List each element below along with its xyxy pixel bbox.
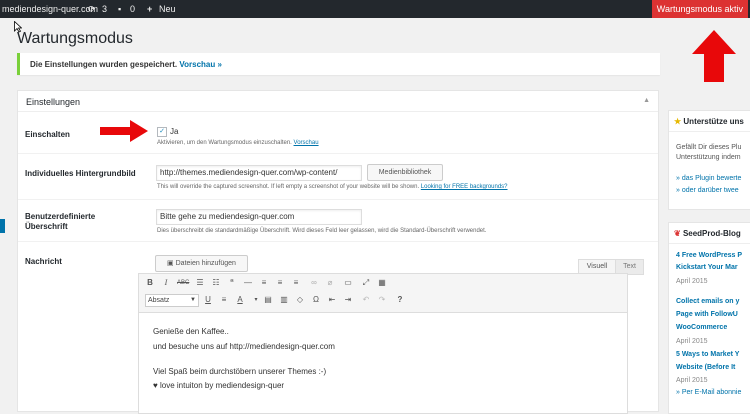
enable-checkbox[interactable]: ✓: [157, 127, 167, 137]
rate-plugin-link[interactable]: » das Plugin bewerte: [676, 175, 741, 182]
blog-post-link[interactable]: 5 Ways to Market Y: [676, 351, 739, 358]
page-title: Wartungsmodus: [17, 30, 133, 47]
outdent-button[interactable]: ⇤: [327, 295, 337, 305]
format-select[interactable]: Absatz ▼: [145, 294, 199, 307]
collapse-menu-tab[interactable]: [0, 219, 5, 233]
blog-post-link[interactable]: Kickstart Your Mar: [676, 264, 738, 271]
blog-post-date: April 2015: [676, 338, 708, 345]
text-color-dropdown[interactable]: ▾: [251, 295, 261, 305]
undo-button[interactable]: ↶: [361, 295, 371, 305]
fullscreen-button[interactable]: ⤢: [361, 278, 371, 288]
comments-count[interactable]: 0: [130, 4, 135, 14]
updates-icon[interactable]: ⟳: [88, 4, 96, 14]
comments-icon[interactable]: ▪: [118, 4, 121, 14]
add-media-button[interactable]: ▣ Dateien hinzufügen: [155, 255, 248, 272]
updates-count[interactable]: 3: [102, 4, 107, 14]
settings-box-header[interactable]: Einstellungen ▲: [18, 91, 658, 112]
blockquote-button[interactable]: “: [227, 278, 237, 288]
media-library-button[interactable]: Medienbibliothek: [367, 164, 443, 181]
preview-link[interactable]: Vorschau »: [179, 60, 222, 69]
red-arrow-up-icon: [692, 30, 736, 82]
site-name-link[interactable]: mediendesign-quer.com: [2, 4, 98, 14]
editor-line: und besuche uns auf http://mediendesign-…: [153, 342, 335, 351]
support-text: Gefällt Dir dieses Plu: [676, 144, 742, 151]
text-color-button[interactable]: A: [235, 295, 245, 305]
divider: [18, 241, 658, 242]
editor-line: ♥ love intuiton by mediendesign-quer: [153, 381, 285, 390]
message-label: Nachricht: [25, 257, 62, 266]
plus-icon[interactable]: +: [147, 4, 152, 14]
blog-post-link[interactable]: Page with FollowU: [676, 311, 738, 318]
bold-button[interactable]: B: [145, 278, 155, 288]
seedprod-icon: ❦: [674, 229, 681, 238]
headline-label: Benutzerdefinierte Überschrift: [25, 212, 96, 231]
support-box-header: ★ Unterstütze uns: [674, 117, 744, 126]
hr-button[interactable]: —: [243, 278, 253, 288]
support-box: ★ Unterstütze uns Gefällt Dir dieses Plu…: [668, 110, 750, 210]
editor-line: Genieße den Kaffee..: [153, 327, 229, 336]
blog-post-date: April 2015: [676, 377, 708, 384]
blog-post-link[interactable]: Collect emails on y: [676, 298, 739, 305]
headline-input[interactable]: Bitte gehe zu mediendesign-quer.com: [156, 209, 362, 225]
enable-preview-link[interactable]: Vorschau: [294, 140, 319, 146]
settings-saved-notice: Die Einstellungen wurden gespeichert. Vo…: [17, 53, 660, 75]
blog-post-link[interactable]: WooCommerce: [676, 324, 727, 331]
numbered-list-button[interactable]: ☷: [211, 278, 221, 288]
headline-description: Dies überschreibt die standardmäßige Übe…: [157, 228, 487, 234]
unlink-button[interactable]: ⌀: [325, 278, 335, 288]
align-center-button[interactable]: ≡: [275, 278, 285, 288]
indent-button[interactable]: ⇥: [343, 295, 353, 305]
strikethrough-button[interactable]: ABC: [177, 278, 189, 288]
notice-text: Die Einstellungen wurden gespeichert.: [30, 60, 178, 69]
underline-button[interactable]: U: [203, 295, 213, 305]
editor-toolbar: B I ABC ☰ ☷ “ — ≡ ≡ ≡ ∞ ⌀ ▭ ⤢ ▦ U ≡ A ▾ …: [138, 273, 628, 313]
blog-post-link[interactable]: Website (Before It: [676, 364, 735, 371]
redo-button[interactable]: ↷: [377, 295, 387, 305]
new-content-link[interactable]: Neu: [159, 4, 176, 14]
blog-post-date: April 2015: [676, 278, 708, 285]
editor-line: Viel Spaß beim durchstöbern unserer Them…: [153, 367, 327, 376]
italic-button[interactable]: I: [161, 278, 171, 288]
star-icon: ★: [674, 117, 682, 126]
collapse-arrow-icon[interactable]: ▲: [643, 97, 650, 104]
free-backgrounds-link[interactable]: Looking for FREE backgrounds?: [421, 184, 508, 190]
add-media-icon: ▣: [167, 260, 174, 267]
tweet-link[interactable]: » oder darüber twee: [676, 187, 739, 194]
enable-description: Aktivieren, um den Wartungsmodus einzusc…: [157, 140, 319, 146]
special-char-button[interactable]: Ω: [311, 295, 321, 305]
more-tag-button[interactable]: ▭: [343, 278, 353, 288]
email-subscribe-link[interactable]: » Per E-Mail abonnie: [676, 389, 741, 396]
blog-box-header: ❦ SeedProd-Blog: [674, 229, 741, 238]
paste-text-button[interactable]: ▤: [263, 295, 273, 305]
help-button[interactable]: ?: [395, 295, 405, 305]
toolbar-toggle-button[interactable]: ▦: [377, 278, 387, 288]
enable-label: Einschalten: [25, 130, 70, 139]
divider: [18, 199, 658, 200]
justify-button[interactable]: ≡: [219, 295, 229, 305]
enable-checkbox-label: Ja: [170, 127, 179, 136]
divider: [18, 153, 658, 154]
background-url-input[interactable]: http://themes.mediendesign-quer.com/wp-c…: [156, 165, 362, 181]
chevron-down-icon: ▼: [190, 297, 196, 303]
clear-formatting-button[interactable]: ◇: [295, 295, 305, 305]
link-button[interactable]: ∞: [309, 278, 319, 288]
align-left-button[interactable]: ≡: [259, 278, 269, 288]
red-arrow-right-icon: [100, 120, 148, 142]
background-label: Individuelles Hintergrundbild: [25, 169, 136, 178]
admin-bar: mediendesign-quer.com ⟳ 3 ▪ 0 + Neu Wart…: [0, 0, 750, 18]
maintenance-active-badge[interactable]: Wartungsmodus aktiv: [651, 0, 748, 18]
bullet-list-button[interactable]: ☰: [195, 278, 205, 288]
align-right-button[interactable]: ≡: [291, 278, 301, 288]
background-description: This will override the captured screensh…: [157, 184, 508, 190]
paste-word-button[interactable]: ▥: [279, 295, 289, 305]
settings-box-title: Einstellungen: [26, 97, 81, 107]
blog-post-link[interactable]: 4 Free WordPress P: [676, 252, 742, 259]
seedprod-blog-box: ❦ SeedProd-Blog 4 Free WordPress P Kicks…: [668, 222, 750, 414]
support-text: Unterstützung indem: [676, 154, 741, 161]
